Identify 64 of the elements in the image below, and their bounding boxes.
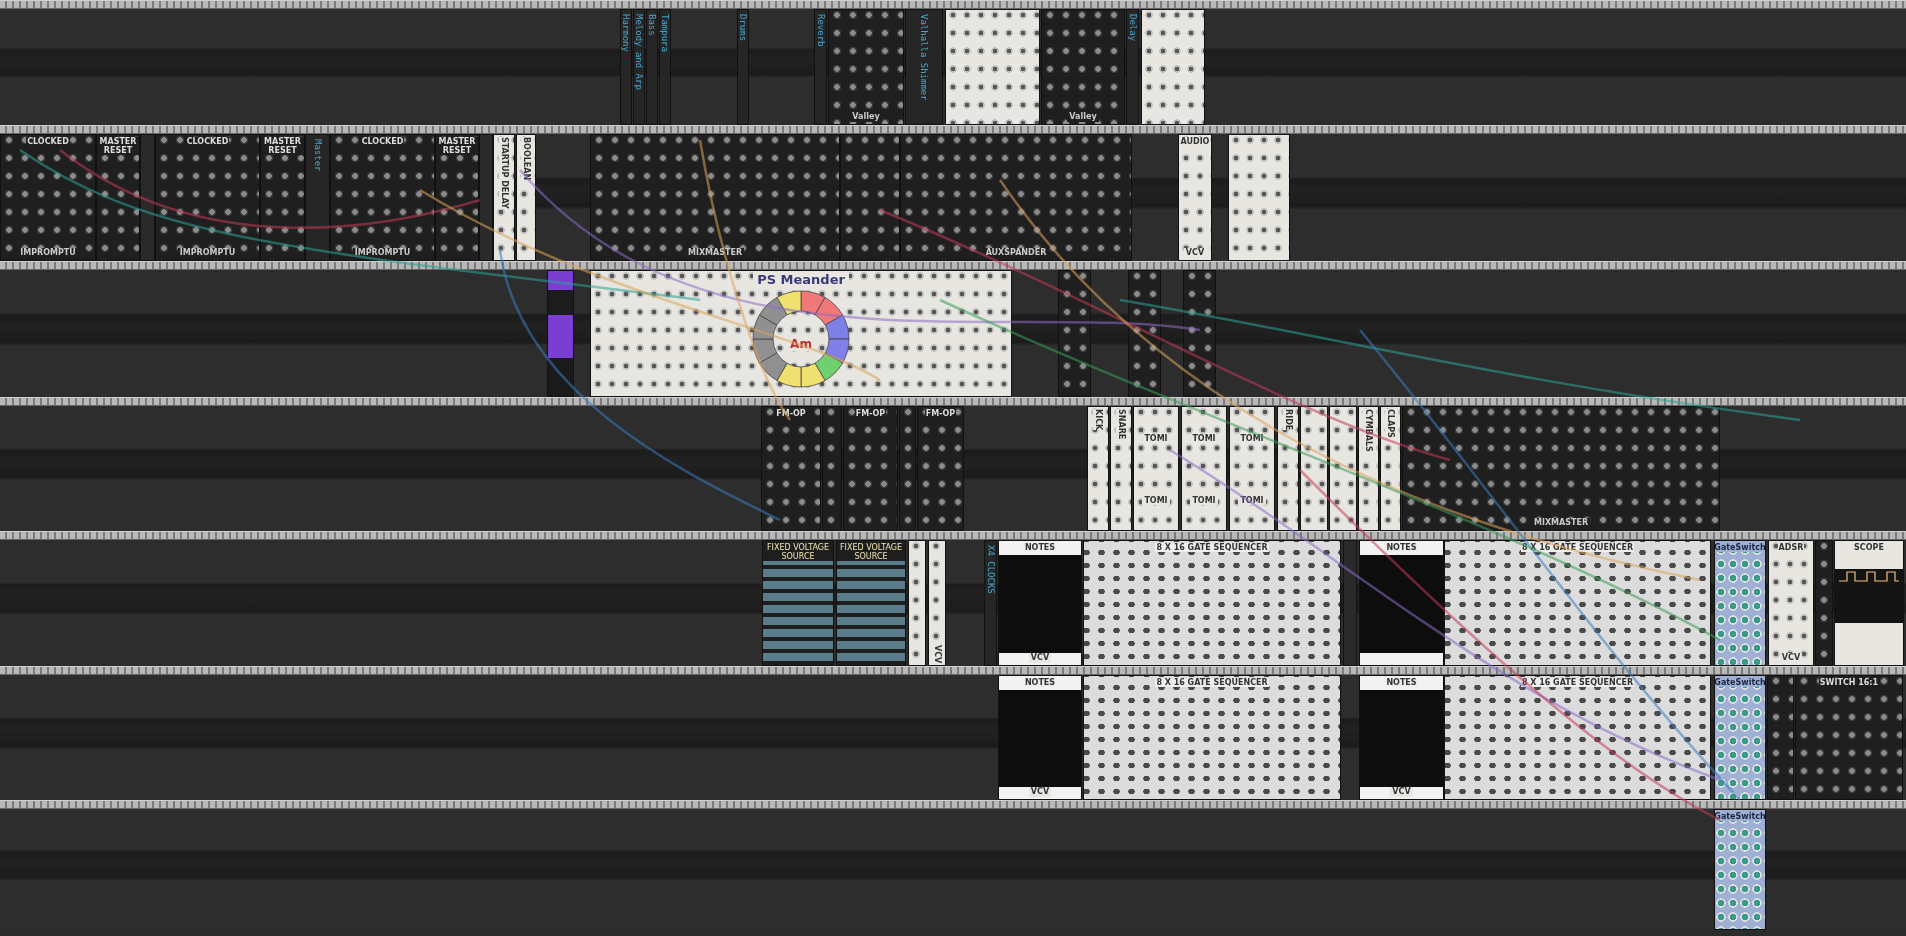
module-title: BOOLEAN	[520, 137, 532, 181]
module-brand: AUXSPANDER	[983, 248, 1049, 258]
module-title: FM-OP	[854, 409, 887, 418]
module-title: NOTES	[1385, 543, 1418, 552]
module-title: GateSwitch	[1715, 812, 1765, 821]
module-title: FM-OP	[775, 409, 807, 418]
module-title: SCOPE	[1853, 543, 1885, 552]
module-title: CLOCKED	[26, 137, 70, 146]
module-title: CLOCKED	[185, 137, 230, 146]
module-title: TOMI	[1190, 495, 1218, 505]
module-title: FIXED VOLTAGE SOURCE	[763, 543, 833, 561]
module-title: FIXED VOLTAGE SOURCE	[837, 543, 905, 561]
module-brand: IMPROMPTU	[18, 248, 78, 258]
module-title: MASTER RESET	[436, 137, 478, 155]
module-title: 8 X 16 GATE SEQUENCER	[1155, 543, 1269, 552]
module-title: SWITCH 16:1	[1818, 678, 1880, 687]
module-title: NOTES	[1023, 543, 1057, 552]
module-brand: VCV	[1390, 787, 1413, 797]
panel-label: Melody and Arp	[634, 14, 644, 90]
module-title: STARTUP DELAY	[498, 137, 510, 209]
module-title: 8 X 16 GATE SEQUENCER	[1155, 678, 1269, 687]
module-title: TOMI	[1238, 434, 1266, 444]
module-title: 8 X 16 GATE SEQUENCER	[1520, 543, 1635, 552]
panel-label: Delay	[1127, 14, 1138, 42]
module-title: ADSR	[1777, 543, 1805, 552]
panel-label: Valhalla Shimmer	[919, 14, 929, 101]
panel-label: Harmony	[621, 14, 631, 52]
module-brand: Valley	[850, 112, 882, 122]
panel-label: Master	[312, 139, 323, 172]
module-title: NOTES	[1385, 678, 1418, 687]
module-title: RIDE	[1282, 409, 1294, 431]
module-title: 8 X 16 GATE SEQUENCER	[1520, 678, 1635, 687]
module-brand: VCV	[1028, 787, 1052, 797]
module-title: TOMI	[1142, 495, 1170, 505]
module-title: NOTES	[1023, 678, 1057, 687]
module-title: KICK	[1092, 409, 1104, 431]
panel-label: Tampura	[660, 14, 670, 52]
module-brand: Valley	[1067, 112, 1099, 122]
module-title: GateSwitch	[1715, 543, 1765, 552]
module-title: SNARE	[1115, 409, 1127, 440]
panel-label: X4 CLOCKS	[985, 545, 996, 594]
panel-label: Bass	[647, 14, 657, 36]
module-title: PS Meander	[753, 272, 849, 287]
module-title: FM-OP	[924, 409, 957, 418]
module-title: MASTER RESET	[97, 137, 139, 155]
module-title: TOMI	[1190, 434, 1218, 444]
module-brand: VCV	[930, 644, 944, 663]
module-brand: MIXMASTER	[1531, 518, 1591, 528]
module-title: TOMI	[1238, 495, 1266, 505]
module-brand: VCV	[1779, 653, 1803, 663]
module-title: TOMI	[1142, 434, 1170, 444]
module-brand: VCV	[1183, 248, 1207, 258]
module-title: CLOCKED	[360, 137, 405, 146]
panel-label: Reverb	[815, 14, 826, 47]
module-title: GateSwitch	[1715, 678, 1765, 687]
module-title: AUDIO	[1179, 137, 1211, 146]
module-brand: IMPROMPTU	[352, 248, 413, 258]
panel-label: Drums	[738, 14, 748, 42]
module-title: MASTER RESET	[261, 137, 304, 155]
key-label: Am	[788, 337, 814, 351]
module-brand: VCV	[1028, 653, 1052, 663]
module-brand: IMPROMPTU	[177, 248, 238, 258]
module-title: CYMBALS	[1363, 409, 1374, 452]
module-title: CLAPS	[1385, 409, 1396, 438]
